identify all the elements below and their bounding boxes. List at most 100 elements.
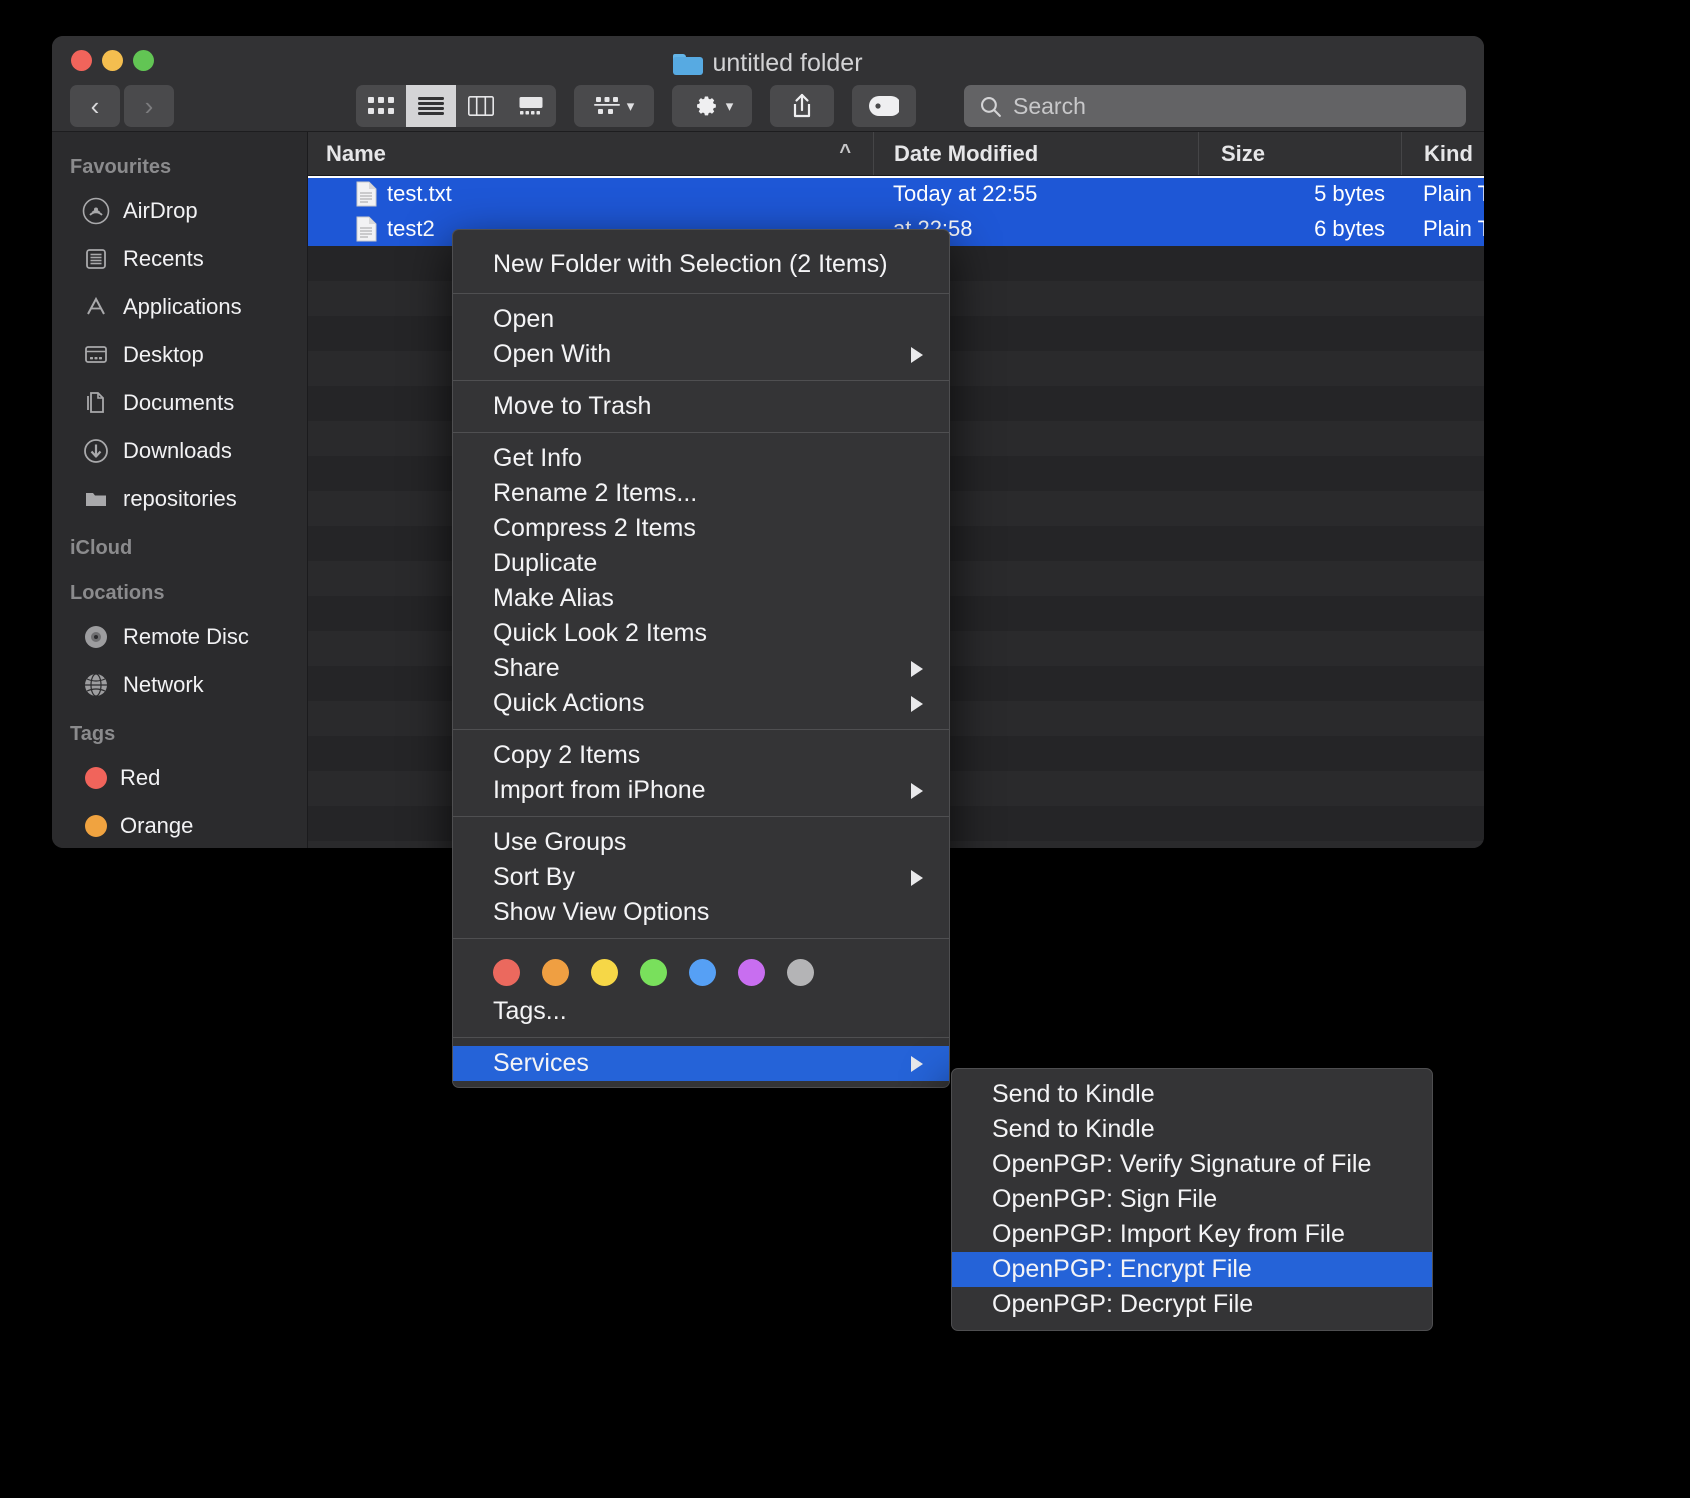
sidebar-section-icloud: iCloud <box>52 523 307 568</box>
gallery-view-button[interactable] <box>506 85 556 127</box>
menu-item-rename[interactable]: Rename 2 Items... <box>453 476 949 511</box>
menu-item-make-alias[interactable]: Make Alias <box>453 581 949 616</box>
menu-item-sort-by[interactable]: Sort By <box>453 860 949 895</box>
menu-item-open-with[interactable]: Open With <box>453 337 949 372</box>
tag-swatch-orange[interactable] <box>542 959 569 986</box>
text-document-icon <box>356 216 377 242</box>
column-header-kind[interactable]: Kind <box>1401 132 1484 175</box>
context-menu-section: Use Groups Sort By Show View Options <box>453 817 949 938</box>
column-header-name[interactable]: Name ^ <box>308 132 873 175</box>
grid-icon <box>368 97 394 115</box>
menu-item-services[interactable]: Services <box>453 1046 949 1081</box>
menu-item-copy[interactable]: Copy 2 Items <box>453 738 949 773</box>
icon-view-button[interactable] <box>356 85 406 127</box>
sidebar[interactable]: Favourites AirDrop <box>52 132 308 848</box>
tag-swatch-red[interactable] <box>493 959 520 986</box>
menu-item-label: Rename 2 Items... <box>493 479 697 508</box>
submenu-item-openpgp-verify-signature[interactable]: OpenPGP: Verify Signature of File <box>952 1147 1432 1182</box>
sidebar-item-documents[interactable]: Documents <box>52 379 307 427</box>
tag-button[interactable] <box>852 85 916 127</box>
tag-swatch-purple[interactable] <box>738 959 765 986</box>
menu-item-use-groups[interactable]: Use Groups <box>453 825 949 860</box>
menu-item-tags[interactable]: Tags... <box>453 994 949 1029</box>
disc-icon <box>82 623 110 651</box>
sidebar-item-tag-red[interactable]: Red <box>52 754 307 802</box>
downloads-icon <box>82 437 110 465</box>
context-menu-section: New Folder with Selection (2 Items) <box>453 236 949 293</box>
context-menu-section: Get Info Rename 2 Items... Compress 2 It… <box>453 433 949 729</box>
submenu-item-openpgp-sign-file[interactable]: OpenPGP: Sign File <box>952 1182 1432 1217</box>
submenu-item-openpgp-decrypt-file[interactable]: OpenPGP: Decrypt File <box>952 1287 1432 1322</box>
action-menu-button[interactable]: ▾ <box>672 85 752 127</box>
desktop-icon <box>82 341 110 369</box>
menu-item-move-to-trash[interactable]: Move to Trash <box>453 389 949 424</box>
menu-item-label: Quick Look 2 Items <box>493 619 707 648</box>
chevron-right-icon: › <box>145 93 154 119</box>
table-row[interactable]: test.txt Today at 22:55 5 bytes Plain Te <box>308 176 1484 211</box>
share-button[interactable] <box>770 85 834 127</box>
cell-kind: Plain Te <box>1401 176 1484 211</box>
sidebar-item-recents[interactable]: Recents <box>52 235 307 283</box>
tag-swatch-grey[interactable] <box>787 959 814 986</box>
submenu-arrow-icon <box>911 661 923 677</box>
menu-item-duplicate[interactable]: Duplicate <box>453 546 949 581</box>
menu-item-new-folder-with-selection[interactable]: New Folder with Selection (2 Items) <box>453 244 949 285</box>
submenu-arrow-icon <box>911 783 923 799</box>
sidebar-item-applications[interactable]: Applications <box>52 283 307 331</box>
sidebar-item-label: Recents <box>123 246 204 272</box>
menu-item-compress[interactable]: Compress 2 Items <box>453 511 949 546</box>
menu-item-label: Open With <box>493 340 611 369</box>
recents-icon <box>82 245 110 273</box>
sidebar-item-tag-orange[interactable]: Orange <box>52 802 307 848</box>
tag-swatch-blue[interactable] <box>689 959 716 986</box>
menu-item-quick-look[interactable]: Quick Look 2 Items <box>453 616 949 651</box>
menu-item-quick-actions[interactable]: Quick Actions <box>453 686 949 721</box>
tag-dot-icon <box>85 815 107 837</box>
sidebar-item-desktop[interactable]: Desktop <box>52 331 307 379</box>
menu-item-show-view-options[interactable]: Show View Options <box>453 895 949 930</box>
sidebar-item-remote-disc[interactable]: Remote Disc <box>52 613 307 661</box>
tag-swatch-yellow[interactable] <box>591 959 618 986</box>
toolbar: ‹ › <box>52 80 1484 132</box>
context-menu-section: Copy 2 Items Import from iPhone <box>453 730 949 816</box>
submenu-item-label: OpenPGP: Verify Signature of File <box>992 1150 1371 1179</box>
back-button[interactable]: ‹ <box>70 85 120 127</box>
sidebar-item-downloads[interactable]: Downloads <box>52 427 307 475</box>
sidebar-item-label: Desktop <box>123 342 204 368</box>
menu-item-label: Compress 2 Items <box>493 514 696 543</box>
submenu-item-label: OpenPGP: Sign File <box>992 1185 1217 1214</box>
search-input[interactable]: Search <box>964 85 1466 127</box>
sidebar-section-tags: Tags <box>52 709 307 754</box>
list-icon <box>418 97 444 115</box>
submenu-item-openpgp-import-key[interactable]: OpenPGP: Import Key from File <box>952 1217 1432 1252</box>
column-header-date-modified[interactable]: Date Modified <box>873 132 1198 175</box>
group-by-button[interactable]: ▾ <box>574 85 654 127</box>
menu-item-label: Move to Trash <box>493 392 651 421</box>
submenu-item-openpgp-encrypt-file[interactable]: OpenPGP: Encrypt File <box>952 1252 1432 1287</box>
view-mode-segmented-control <box>356 85 556 127</box>
column-view-button[interactable] <box>456 85 506 127</box>
folder-icon <box>82 485 110 513</box>
forward-button[interactable]: › <box>124 85 174 127</box>
sidebar-item-repositories[interactable]: repositories <box>52 475 307 523</box>
sidebar-item-label: repositories <box>123 486 237 512</box>
column-header-size[interactable]: Size <box>1198 132 1401 175</box>
menu-item-get-info[interactable]: Get Info <box>453 441 949 476</box>
menu-item-label: New Folder with Selection (2 Items) <box>493 250 888 279</box>
menu-item-open[interactable]: Open <box>453 302 949 337</box>
list-view-button[interactable] <box>406 85 456 127</box>
submenu-item-send-to-kindle-1[interactable]: Send to Kindle <box>952 1077 1432 1112</box>
submenu-item-send-to-kindle-2[interactable]: Send to Kindle <box>952 1112 1432 1147</box>
file-name: test.txt <box>387 181 452 207</box>
sidebar-item-airdrop[interactable]: AirDrop <box>52 187 307 235</box>
menu-item-share[interactable]: Share <box>453 651 949 686</box>
window-titlebar: untitled folder ‹ › <box>52 36 1484 132</box>
sidebar-item-network[interactable]: Network <box>52 661 307 709</box>
menu-item-import-from-iphone[interactable]: Import from iPhone <box>453 773 949 808</box>
tag-swatch-green[interactable] <box>640 959 667 986</box>
context-menu-tags-section: Tags... <box>453 939 949 1037</box>
context-menu-section: Open Open With <box>453 294 949 380</box>
menu-item-label: Get Info <box>493 444 582 473</box>
airdrop-icon <box>82 197 110 225</box>
submenu-item-label: Send to Kindle <box>992 1115 1155 1144</box>
